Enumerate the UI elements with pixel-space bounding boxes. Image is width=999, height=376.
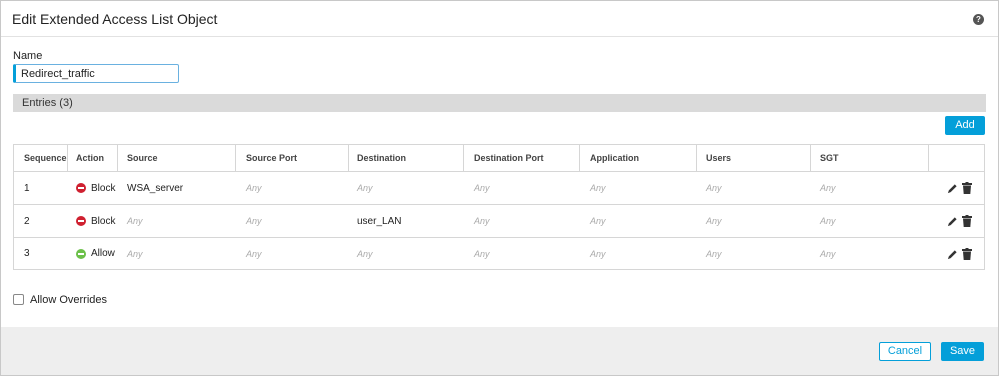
entries-label: Entries (3) [22,97,73,109]
action-label: Block [91,182,116,194]
column-header-operations [929,145,984,171]
column-header-sgt: SGT [811,145,929,171]
dialog-header: Edit Extended Access List Object ? [1,1,998,37]
trash-icon[interactable] [962,215,972,227]
column-header-source: Source [118,145,236,171]
source-port-cell: Any [246,216,262,226]
sequence-cell: 3 [24,248,30,259]
users-cell: Any [706,248,722,259]
source-cell: Any [127,216,143,226]
edit-icon[interactable] [947,216,958,227]
source-port-cell: Any [246,248,262,259]
add-entry-button[interactable]: Add [945,116,985,135]
destination-port-cell: Any [474,183,490,193]
block-icon [76,183,86,193]
sequence-cell: 2 [24,215,30,227]
entries-section-header: Entries (3) [13,94,986,112]
application-cell: Any [590,183,606,193]
name-label: Name [13,50,43,62]
destination-cell: Any [357,248,373,259]
column-header-users: Users [697,145,811,171]
edit-acl-dialog: Edit Extended Access List Object ? Name … [0,0,999,376]
allow-icon [76,248,86,259]
column-header-sequence: Sequence [14,145,68,171]
column-header-source-port: Source Port [236,145,349,171]
edit-icon[interactable] [947,249,958,260]
source-cell: WSA_server [127,182,184,194]
users-cell: Any [706,216,722,226]
column-header-destination-port: Destination Port [464,145,580,171]
sgt-cell: Any [820,216,836,226]
destination-cell: user_LAN [357,215,402,227]
table-row[interactable]: 1 Block WSA_server Any Any Any Any Any A… [14,172,984,205]
help-icon[interactable]: ? [973,14,984,25]
destination-port-cell: Any [474,248,490,259]
save-button[interactable]: Save [941,342,984,361]
destination-port-cell: Any [474,216,490,226]
edit-icon[interactable] [947,183,958,194]
table-row[interactable]: 3 Allow Any Any Any Any Any Any Any [14,238,984,269]
column-header-application: Application [580,145,697,171]
cancel-button[interactable]: Cancel [879,342,931,361]
action-label: Allow [91,248,115,259]
column-header-action: Action [68,145,118,171]
sgt-cell: Any [820,183,836,193]
action-cell: Block [68,172,118,204]
action-label: Block [91,215,116,227]
trash-icon[interactable] [962,182,972,194]
dialog-footer: Cancel Save [1,327,998,375]
destination-cell: Any [357,183,373,193]
action-cell: Block [68,205,118,237]
allow-overrides-checkbox[interactable] [13,294,24,305]
column-header-destination: Destination [349,145,464,171]
application-cell: Any [590,248,606,259]
action-cell: Allow [68,238,118,269]
sequence-cell: 1 [24,182,30,194]
block-icon [76,216,86,226]
allow-overrides-label: Allow Overrides [30,294,108,306]
table-header-row: Sequence Action Source Source Port Desti… [14,145,984,172]
source-port-cell: Any [246,183,262,193]
source-cell: Any [127,248,143,259]
table-row[interactable]: 2 Block Any Any user_LAN Any Any Any Any [14,205,984,238]
users-cell: Any [706,183,722,193]
entries-table: Sequence Action Source Source Port Desti… [13,144,985,270]
sgt-cell: Any [820,248,836,259]
trash-icon[interactable] [962,248,972,260]
application-cell: Any [590,216,606,226]
name-input[interactable] [13,64,179,83]
dialog-title: Edit Extended Access List Object [12,11,218,27]
